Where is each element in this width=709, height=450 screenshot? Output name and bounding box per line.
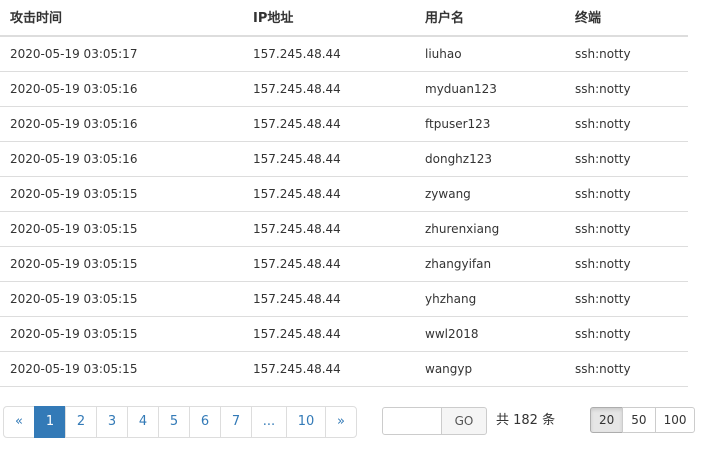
cell-ip-address: 157.245.48.44 [253, 187, 341, 201]
cell-username: ftpuser123 [425, 117, 491, 131]
cell-ip-address: 157.245.48.44 [253, 362, 341, 376]
page-button-7[interactable]: 7 [220, 406, 252, 438]
header-attack-time: 攻击时间 [10, 11, 63, 26]
cell-terminal: ssh:notty [575, 82, 631, 96]
cell-ip-address: 157.245.48.44 [253, 292, 341, 306]
cell-attack-time: 2020-05-19 03:05:15 [10, 362, 138, 376]
table-row: 2020-05-19 03:05:15 157.245.48.44 wangyp… [0, 352, 688, 387]
attack-log-panel: 攻击时间 IP地址 用户名 终端 2020-05-19 03:05:17 157… [0, 0, 709, 450]
cell-username: liuhao [425, 47, 462, 61]
cell-username: zhurenxiang [425, 222, 500, 236]
page-ellipsis[interactable]: ... [251, 406, 287, 438]
cell-ip-address: 157.245.48.44 [253, 257, 341, 271]
cell-terminal: ssh:notty [575, 362, 631, 376]
page-button-6[interactable]: 6 [189, 406, 221, 438]
cell-attack-time: 2020-05-19 03:05:17 [10, 47, 138, 61]
cell-terminal: ssh:notty [575, 327, 631, 341]
table-row: 2020-05-19 03:05:15 157.245.48.44 zhuren… [0, 212, 688, 247]
cell-attack-time: 2020-05-19 03:05:15 [10, 187, 138, 201]
cell-attack-time: 2020-05-19 03:05:16 [10, 82, 138, 96]
cell-ip-address: 157.245.48.44 [253, 47, 341, 61]
cell-ip-address: 157.245.48.44 [253, 117, 341, 131]
goto-page-input[interactable] [382, 407, 442, 435]
pagination: « 1 2 3 4 5 6 7 ... 10 » [3, 406, 357, 438]
table-row: 2020-05-19 03:05:15 157.245.48.44 wwl201… [0, 317, 688, 352]
cell-attack-time: 2020-05-19 03:05:15 [10, 257, 138, 271]
cell-terminal: ssh:notty [575, 47, 631, 61]
table-header-row: 攻击时间 IP地址 用户名 终端 [0, 0, 688, 37]
table-row: 2020-05-19 03:05:15 157.245.48.44 zhangy… [0, 247, 688, 282]
cell-ip-address: 157.245.48.44 [253, 152, 341, 166]
cell-username: wwl2018 [425, 327, 479, 341]
page-button-4[interactable]: 4 [127, 406, 159, 438]
table-row: 2020-05-19 03:05:16 157.245.48.44 myduan… [0, 72, 688, 107]
table-row: 2020-05-19 03:05:17 157.245.48.44 liuhao… [0, 37, 688, 72]
cell-ip-address: 157.245.48.44 [253, 82, 341, 96]
page-size-selector: 20 50 100 [590, 407, 696, 433]
attack-log-table: 攻击时间 IP地址 用户名 终端 2020-05-19 03:05:17 157… [0, 0, 688, 387]
go-button[interactable]: GO [441, 407, 487, 435]
cell-terminal: ssh:notty [575, 292, 631, 306]
header-ip-address: IP地址 [253, 11, 294, 26]
total-count: 共 182 条 [496, 413, 556, 428]
cell-terminal: ssh:notty [575, 187, 631, 201]
prev-page-button[interactable]: « [3, 406, 35, 438]
cell-terminal: ssh:notty [575, 152, 631, 166]
page-size-20-button[interactable]: 20 [590, 407, 624, 433]
cell-attack-time: 2020-05-19 03:05:15 [10, 222, 138, 236]
page-size-100-button[interactable]: 100 [654, 407, 696, 433]
cell-username: zywang [425, 187, 471, 201]
cell-username: myduan123 [425, 82, 497, 96]
page-button-2[interactable]: 2 [65, 406, 97, 438]
cell-username: zhangyifan [425, 257, 492, 271]
cell-attack-time: 2020-05-19 03:05:15 [10, 292, 138, 306]
cell-username: donghz123 [425, 152, 492, 166]
page-button-1[interactable]: 1 [34, 406, 66, 438]
cell-terminal: ssh:notty [575, 117, 631, 131]
cell-attack-time: 2020-05-19 03:05:16 [10, 152, 138, 166]
table-row: 2020-05-19 03:05:16 157.245.48.44 ftpuse… [0, 107, 688, 142]
cell-username: yhzhang [425, 292, 477, 306]
next-page-button[interactable]: » [325, 406, 357, 438]
table-row: 2020-05-19 03:05:15 157.245.48.44 yhzhan… [0, 282, 688, 317]
page-button-5[interactable]: 5 [158, 406, 190, 438]
header-terminal: 终端 [575, 11, 602, 26]
table-row: 2020-05-19 03:05:15 157.245.48.44 zywang… [0, 177, 688, 212]
cell-ip-address: 157.245.48.44 [253, 222, 341, 236]
cell-attack-time: 2020-05-19 03:05:15 [10, 327, 138, 341]
header-username: 用户名 [425, 11, 465, 26]
page-button-10[interactable]: 10 [286, 406, 326, 438]
cell-attack-time: 2020-05-19 03:05:16 [10, 117, 138, 131]
cell-terminal: ssh:notty [575, 222, 631, 236]
page-size-50-button[interactable]: 50 [622, 407, 656, 433]
cell-ip-address: 157.245.48.44 [253, 327, 341, 341]
page-button-3[interactable]: 3 [96, 406, 128, 438]
table-row: 2020-05-19 03:05:16 157.245.48.44 donghz… [0, 142, 688, 177]
cell-username: wangyp [425, 362, 473, 376]
cell-terminal: ssh:notty [575, 257, 631, 271]
